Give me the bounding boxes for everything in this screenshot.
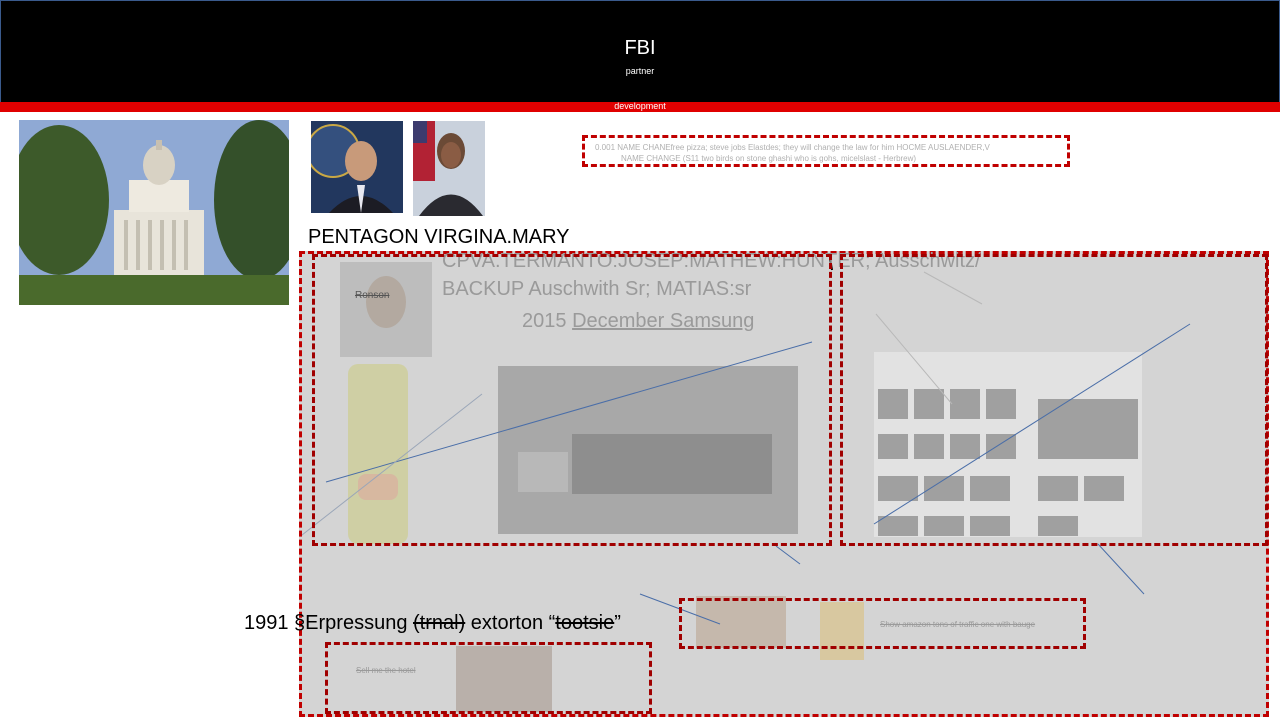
page-subtitle: partner xyxy=(625,66,655,76)
note-box: 0.001 NAME CHANEfree pizza; steve jobs E… xyxy=(582,135,1070,167)
section-heading: PENTAGON VIRGINA.MARY xyxy=(308,226,570,248)
note-line-1: 0.001 NAME CHANEfree pizza; steve jobs E… xyxy=(595,143,990,152)
capitol-building-photo xyxy=(19,120,289,305)
erpressung-suffix: ” xyxy=(614,612,621,634)
capitol-illustration xyxy=(19,120,289,305)
note-bottom-text: Sell me the hotel xyxy=(356,666,416,675)
title-banner: FBI partner xyxy=(0,0,1280,102)
divider-label: development xyxy=(614,101,666,111)
page-title: FBI xyxy=(624,37,656,59)
erpressung-strike-2: tootsie xyxy=(555,612,615,634)
erpressung-line: 1991 §Erpressung (trnal) extorton “toots… xyxy=(244,612,621,635)
official-portrait-1 xyxy=(311,121,403,213)
inner-frame-bottom xyxy=(325,642,652,714)
note-right-text: Show amazon tons of traffic one with bau… xyxy=(880,620,1036,629)
portrait-illustration-2 xyxy=(413,121,485,216)
note-right: Show amazon tons of traffic one with bau… xyxy=(880,620,1035,629)
portrait-illustration-1 xyxy=(311,121,403,213)
note-bottom: Sell me the hotel xyxy=(356,666,416,675)
inner-frame-left xyxy=(312,254,832,546)
note-line-2: NAME CHANGE (S11 two birds on stone ghas… xyxy=(621,154,917,163)
erpressung-strike-1: (trnal) xyxy=(413,612,466,634)
official-portrait-2 xyxy=(413,121,485,216)
erpressung-middle: extorton “ xyxy=(465,612,556,634)
erpressung-prefix: 1991 §Erpressung xyxy=(244,612,414,634)
slide-content-frame: Ronson CPVA.TERMANTO:JOSEP:MATHEW:HUNTER… xyxy=(299,250,1269,717)
inner-frame-right xyxy=(840,254,1268,546)
red-divider-bar: development xyxy=(0,101,1280,112)
